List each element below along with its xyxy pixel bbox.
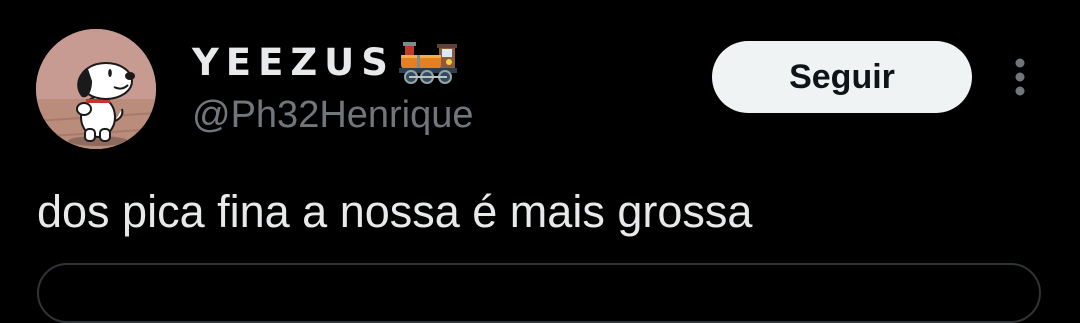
more-options-button[interactable] [1006,55,1034,99]
tweet-text: dos pica fina a nossa é mais grossa [37,186,753,237]
user-handle[interactable]: @Ph32Henrique [192,94,474,137]
more-vertical-icon [1015,58,1025,96]
avatar[interactable] [36,29,156,149]
locomotive-icon [397,40,459,84]
media-card[interactable] [37,263,1041,323]
snoopy-avatar-image [36,29,156,149]
display-name-text[interactable]: YEEZUS [192,41,395,84]
follow-button-label: Seguir [789,57,895,96]
follow-button[interactable]: Seguir [712,41,972,113]
display-name[interactable]: YEEZUS [192,38,459,86]
